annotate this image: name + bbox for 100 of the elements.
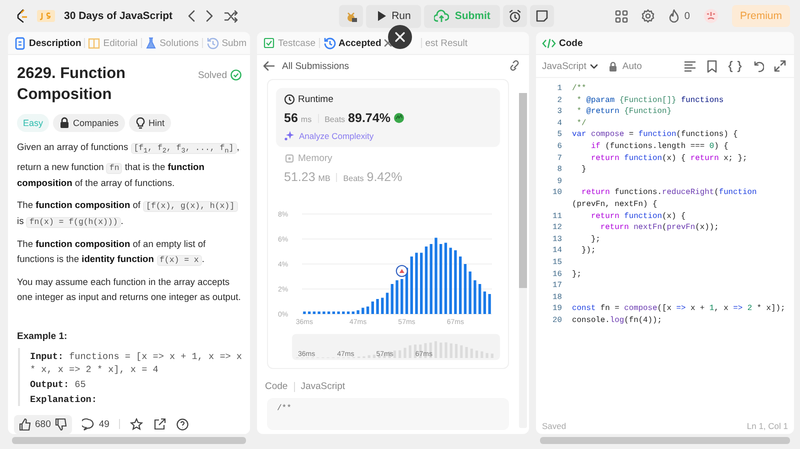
description-paragraph: The function composition of an empty list of functions is the identity function f(x) = x . xyxy=(17,238,207,268)
difficulty-badge: Easy xyxy=(17,114,50,132)
like-count: 680 xyxy=(35,418,51,430)
solved-status: Solved xyxy=(198,70,227,80)
metric-box[interactable]: Memory 51.23 MB Beats 9.42% xyxy=(276,147,500,190)
play-icon xyxy=(376,10,386,22)
panel-tab[interactable]: est Result xyxy=(424,36,469,50)
format-icon[interactable] xyxy=(684,60,696,72)
panel-tab[interactable]: Testcase xyxy=(262,35,316,51)
histogram-bar xyxy=(362,308,364,314)
run-button[interactable]: Run xyxy=(366,4,421,28)
panel-tab[interactable]: Accepted xyxy=(322,34,382,52)
panel-tab[interactable]: Solutions xyxy=(144,34,200,52)
cursor-position: Ln 1, Col 1 xyxy=(746,421,788,431)
auto-mode-toggle[interactable]: Auto xyxy=(608,60,642,72)
settings-icon[interactable] xyxy=(641,9,656,23)
next-icon[interactable] xyxy=(204,9,215,23)
expand-icon[interactable] xyxy=(774,60,786,72)
back-arrow-icon[interactable] xyxy=(263,60,275,72)
histogram-bar xyxy=(396,280,398,314)
premium-button[interactable]: Premium xyxy=(732,5,790,27)
histogram-bar xyxy=(478,284,482,314)
language-dropdown[interactable]: JavaScript xyxy=(542,60,598,72)
all-submissions-link[interactable]: All Submissions xyxy=(282,60,350,72)
histogram-bar xyxy=(488,294,491,314)
panel-tab[interactable]: Subm xyxy=(204,34,248,52)
braces-icon[interactable] xyxy=(728,60,742,72)
notes-button[interactable] xyxy=(530,5,554,27)
save-status: Saved xyxy=(542,421,566,431)
histogram-bar xyxy=(381,298,384,314)
star-icon[interactable] xyxy=(130,418,144,430)
example-line: Input: functions = [x => x + 1, x => x * x, x => 2 * x], x = 4 xyxy=(30,350,242,376)
close-icon xyxy=(394,31,406,43)
close-icon[interactable] xyxy=(383,38,394,48)
submit-button[interactable]: Submit xyxy=(424,4,500,28)
histogram-bar xyxy=(342,312,345,314)
previous-icon[interactable] xyxy=(186,9,196,23)
histogram-bar xyxy=(356,310,360,314)
histogram-bar xyxy=(318,312,320,314)
sparkle-icon xyxy=(284,130,295,141)
histogram-bar xyxy=(444,242,448,314)
flask-icon xyxy=(144,36,157,50)
histogram-bar xyxy=(376,299,379,314)
chip-icon xyxy=(284,153,295,164)
comment-count: 49 xyxy=(98,418,110,430)
histogram-bar xyxy=(474,280,476,314)
panel-tab[interactable]: Description xyxy=(13,34,82,52)
thumbs-up-icon[interactable] xyxy=(19,418,31,430)
histogram-bar xyxy=(464,264,467,314)
js-logo-icon xyxy=(37,10,55,22)
beats-label: Beats xyxy=(343,174,364,183)
histogram-bar xyxy=(483,292,486,314)
chevron-down-icon xyxy=(590,62,598,70)
book-icon xyxy=(88,36,100,50)
metric-box[interactable]: Runtime 56 ms Beats 89.74% Analyze Complexity xyxy=(276,88,500,147)
histogram-bar xyxy=(332,312,335,314)
tag-chip[interactable]: Companies xyxy=(53,114,125,132)
histogram-bar xyxy=(371,302,374,314)
lightbulb-icon xyxy=(134,117,146,129)
code-line: /** xyxy=(277,404,292,413)
problem-list-title[interactable]: 30 Days of JavaScript xyxy=(64,10,173,22)
lock-icon xyxy=(59,117,70,129)
thumbs-down-icon[interactable] xyxy=(54,418,67,430)
metric-title: Runtime xyxy=(298,94,334,105)
histogram-bar xyxy=(312,312,316,314)
help-icon[interactable] xyxy=(176,418,190,430)
link-icon[interactable] xyxy=(508,60,521,72)
horizontal-scrollbar[interactable] xyxy=(540,437,790,444)
code-label: Code xyxy=(265,381,288,392)
horizontal-scrollbar[interactable] xyxy=(12,437,246,444)
beats-percent: 89.74% xyxy=(348,111,390,125)
description-paragraph: You may assume each function in the array accepts one integer as input and returns one integer as output. xyxy=(17,276,242,304)
debug-button[interactable] xyxy=(338,5,363,27)
tag-chip[interactable]: Hint xyxy=(128,114,171,132)
description-paragraph: Given an array of functions [f$_{1}$, f$_{2}$, f$_{3}$, ..., f$_{n}$] , return a new function fn that is the function composition of the array of functions. xyxy=(17,141,240,190)
histogram-bar xyxy=(400,279,404,314)
metric-unit: MB xyxy=(318,174,330,183)
shuffle-icon[interactable] xyxy=(224,9,238,23)
cloud-upload-icon xyxy=(434,9,449,23)
share-icon[interactable] xyxy=(153,418,166,430)
check-circle-icon xyxy=(230,69,242,81)
timer-button[interactable] xyxy=(503,5,528,27)
beats-percent: 9.42% xyxy=(366,170,402,184)
histogram-bar xyxy=(322,312,326,314)
comment-icon[interactable] xyxy=(82,418,95,430)
histogram-bar xyxy=(327,312,330,314)
avatar-icon[interactable] xyxy=(702,8,719,24)
analyze-complexity-link[interactable]: Analyze Complexity xyxy=(284,130,492,141)
panel-tab[interactable]: Code xyxy=(541,34,584,52)
example-line: Explanation: xyxy=(30,392,98,406)
histogram-bar xyxy=(352,312,354,314)
undo-icon[interactable] xyxy=(752,60,764,72)
bookmark-icon[interactable] xyxy=(706,60,718,72)
panel-tab[interactable]: Editorial xyxy=(87,34,139,52)
metric-title: Memory xyxy=(298,153,332,164)
flame-icon[interactable] xyxy=(668,9,680,23)
metric-value: 51.23 xyxy=(284,170,316,184)
checkbox-icon xyxy=(263,37,275,49)
layout-grid-icon[interactable] xyxy=(615,10,628,22)
histogram-bar xyxy=(424,246,428,314)
